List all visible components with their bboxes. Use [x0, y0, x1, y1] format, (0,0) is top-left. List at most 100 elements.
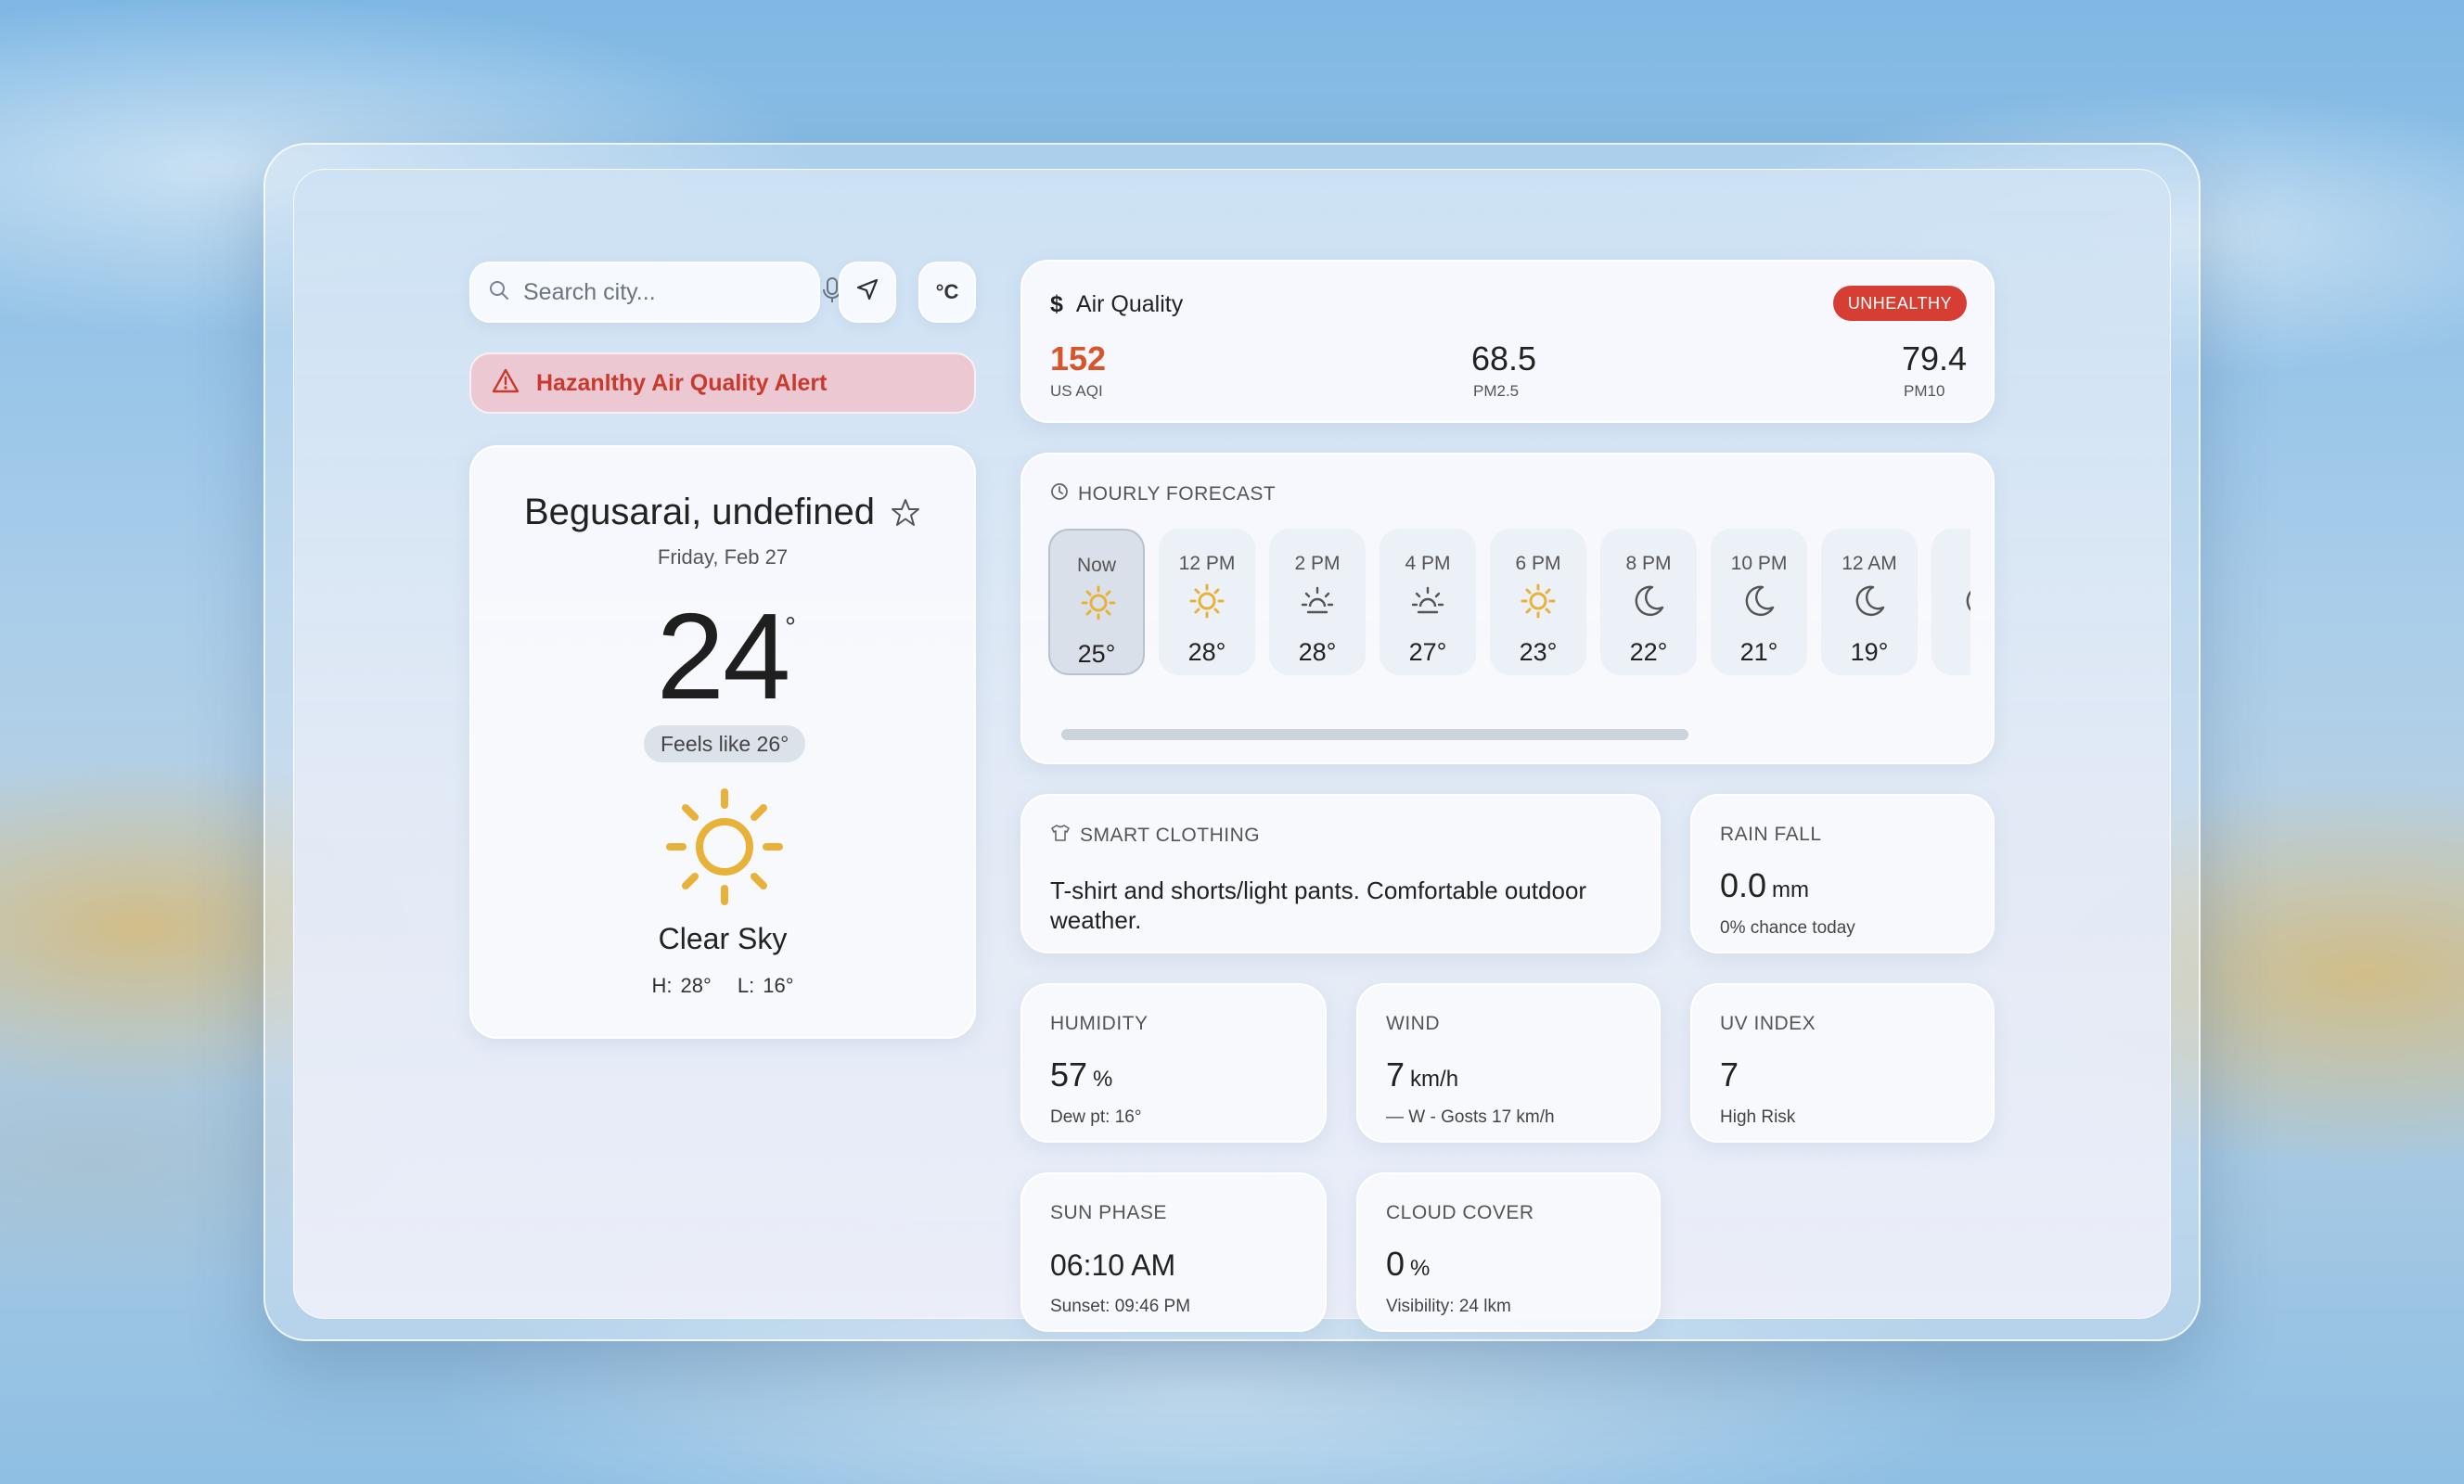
- wind-value: 7: [1386, 1055, 1405, 1094]
- hour-time: Now: [1076, 555, 1116, 576]
- rainfall-card: RAIN FALL 0.0 mm 0% chance today: [1690, 794, 1995, 953]
- sun-phase-card: SUN PHASE 06:10 AM Sunset: 09:46 PM: [1020, 1172, 1327, 1332]
- hour-item[interactable]: 12 PM 28°: [1159, 529, 1255, 675]
- sun-outline-icon: [1299, 582, 1336, 624]
- rainfall-value-row: 0.0 mm: [1720, 866, 1809, 905]
- hourly-forecast-title-row: HOURLY FORECAST: [1050, 482, 1276, 506]
- hour-time: 8 PM: [1625, 553, 1672, 574]
- degree-symbol: °: [785, 612, 796, 643]
- clothing-recommendation: T-shirt and shorts/light pants. Comforta…: [1050, 876, 1587, 934]
- uv-index-title: UV INDEX: [1720, 1013, 1816, 1034]
- hour-time: 6 PM: [1515, 553, 1561, 574]
- unit-toggle-button[interactable]: °C: [918, 262, 976, 323]
- moon-icon: [1740, 582, 1777, 624]
- search-bar[interactable]: [469, 262, 841, 323]
- horizontal-scrollbar[interactable]: [1061, 729, 1688, 740]
- search-input[interactable]: [523, 278, 822, 306]
- hour-item[interactable]: 2 PM 28°: [1269, 529, 1366, 675]
- air-quality-title-row: $ Air Quality: [1050, 291, 1183, 318]
- humidity-value-row: 57%: [1050, 1055, 1112, 1094]
- hour-temp: 25°: [1077, 640, 1116, 668]
- cloud-cover-card: CLOUD COVER 0% Visibility: 24 lkm: [1356, 1172, 1661, 1332]
- cloud-cover-unit: %: [1410, 1256, 1431, 1281]
- moon-icon: [1851, 582, 1888, 624]
- dew-point: Dew pt: 16°: [1050, 1107, 1142, 1127]
- sun-icon: [1188, 582, 1226, 624]
- hour-time: 12 AM: [1842, 553, 1897, 574]
- location-arrow-icon: [854, 276, 880, 308]
- sun-outline-icon: [1409, 582, 1446, 624]
- warning-icon: [492, 367, 520, 400]
- pm10-value: 79.4: [1902, 339, 1968, 377]
- cloud-cover-title: CLOUD COVER: [1386, 1202, 1534, 1223]
- city-row: Begusarai, undefined: [471, 492, 974, 533]
- high-low: H: 28° L: 16°: [471, 974, 974, 998]
- rainfall-value: 0.0: [1720, 866, 1767, 904]
- uv-risk: High Risk: [1720, 1107, 1796, 1127]
- uv-index-value: 7: [1720, 1055, 1739, 1094]
- air-quality-title: Air Quality: [1075, 291, 1184, 317]
- hourly-forecast-card: HOURLY FORECAST Now 25° 12 PM 28° 2 PM 28° 4 P…: [1020, 453, 1995, 764]
- pm25-value: 68.5: [1471, 339, 1537, 377]
- low-temp: L: 16°: [737, 974, 794, 997]
- unit-toggle-label: °C: [935, 280, 959, 303]
- uv-index-card: UV INDEX 7 High Risk: [1690, 983, 1995, 1143]
- hour-item[interactable]: Now 25°: [1048, 529, 1145, 675]
- rainfall-sub: 0% chance today: [1720, 918, 1855, 938]
- hour-item[interactable]: 10 PM 21°: [1711, 529, 1807, 675]
- condition-text: Clear Sky: [658, 922, 788, 955]
- wind-details: — W - Gosts 17 km/h: [1386, 1107, 1555, 1127]
- hour-temp: 19°: [1850, 638, 1889, 666]
- cloud-cover-value: 0: [1386, 1245, 1405, 1283]
- hour-temp: 23°: [1519, 638, 1558, 666]
- aqi-label: US AQI: [1050, 382, 1103, 400]
- hour-temp: 27°: [1408, 638, 1447, 666]
- hour-item[interactable]: 8 PM 22°: [1600, 529, 1697, 675]
- hour-temp: 22°: [1629, 638, 1668, 666]
- humidity-unit: %: [1093, 1067, 1113, 1092]
- current-weather-card: Begusarai, undefined Friday, Feb 27 24 °…: [469, 445, 976, 1039]
- hour-time: 12 PM: [1178, 553, 1236, 574]
- air-quality-alert[interactable]: Hazanlthy Air Quality Alert: [469, 352, 976, 414]
- rainfall-unit: mm: [1772, 877, 1810, 902]
- dollar-icon: $: [1050, 291, 1063, 317]
- hourly-list[interactable]: Now 25° 12 PM 28° 2 PM 28° 4 PM 27° 6 PM 23° 8 PM 2…: [1048, 529, 1970, 677]
- location-button[interactable]: [839, 262, 896, 323]
- hour-item[interactable]: 6 PM 23°: [1490, 529, 1586, 675]
- sun-phase-title: SUN PHASE: [1050, 1202, 1167, 1223]
- feels-like-pill: Feels like 26°: [644, 725, 806, 762]
- sun-icon: [664, 787, 785, 912]
- hour-temp: 21°: [1739, 638, 1778, 666]
- alert-text: Hazanlthy Air Quality Alert: [536, 369, 828, 396]
- hour-item[interactable]: 21: [1931, 529, 1970, 675]
- status-badge: UNHEALTHY: [1832, 286, 1967, 321]
- moon-icon: [1961, 582, 1970, 624]
- current-temperature: 24: [656, 588, 791, 724]
- sun-icon: [1520, 582, 1557, 624]
- hour-time: 4 PM: [1405, 553, 1451, 574]
- city-name: Begusarai, undefined: [523, 492, 876, 532]
- favorite-star-icon[interactable]: [890, 497, 921, 529]
- smart-clothing-title: SMART CLOTHING: [1080, 825, 1261, 846]
- cloud-cover-value-row: 0%: [1386, 1245, 1430, 1284]
- sunrise-time: 06:10 AM: [1050, 1248, 1176, 1282]
- smart-clothing-card: SMART CLOTHING T-shirt and shorts/light …: [1020, 794, 1661, 953]
- hour-time: 2 PM: [1294, 553, 1341, 574]
- hour-temp: 28°: [1298, 638, 1337, 666]
- current-date: Friday, Feb 27: [657, 545, 789, 569]
- wind-title: WIND: [1386, 1013, 1440, 1034]
- hour-item[interactable]: 4 PM 27°: [1380, 529, 1476, 675]
- pm10-label: PM10: [1904, 382, 1945, 400]
- wind-unit: km/h: [1410, 1067, 1459, 1092]
- sunset-time: Sunset: 09:46 PM: [1050, 1297, 1191, 1316]
- humidity-title: HUMIDITY: [1050, 1013, 1149, 1034]
- pm25-label: PM2.5: [1473, 382, 1520, 400]
- hour-time: 2: [1931, 553, 1970, 575]
- moon-icon: [1630, 582, 1667, 624]
- hour-item[interactable]: 12 AM 19°: [1821, 529, 1918, 675]
- hour-temp: 1: [1931, 638, 1970, 667]
- air-quality-card: $ Air Quality UNHEALTHY 152 US AQI 68.5 …: [1020, 260, 1995, 423]
- wind-card: WIND 7 km/h — W - Gosts 17 km/h: [1356, 983, 1661, 1143]
- hour-temp: 28°: [1187, 638, 1226, 666]
- smart-clothing-title-row: SMART CLOTHING: [1050, 824, 1260, 848]
